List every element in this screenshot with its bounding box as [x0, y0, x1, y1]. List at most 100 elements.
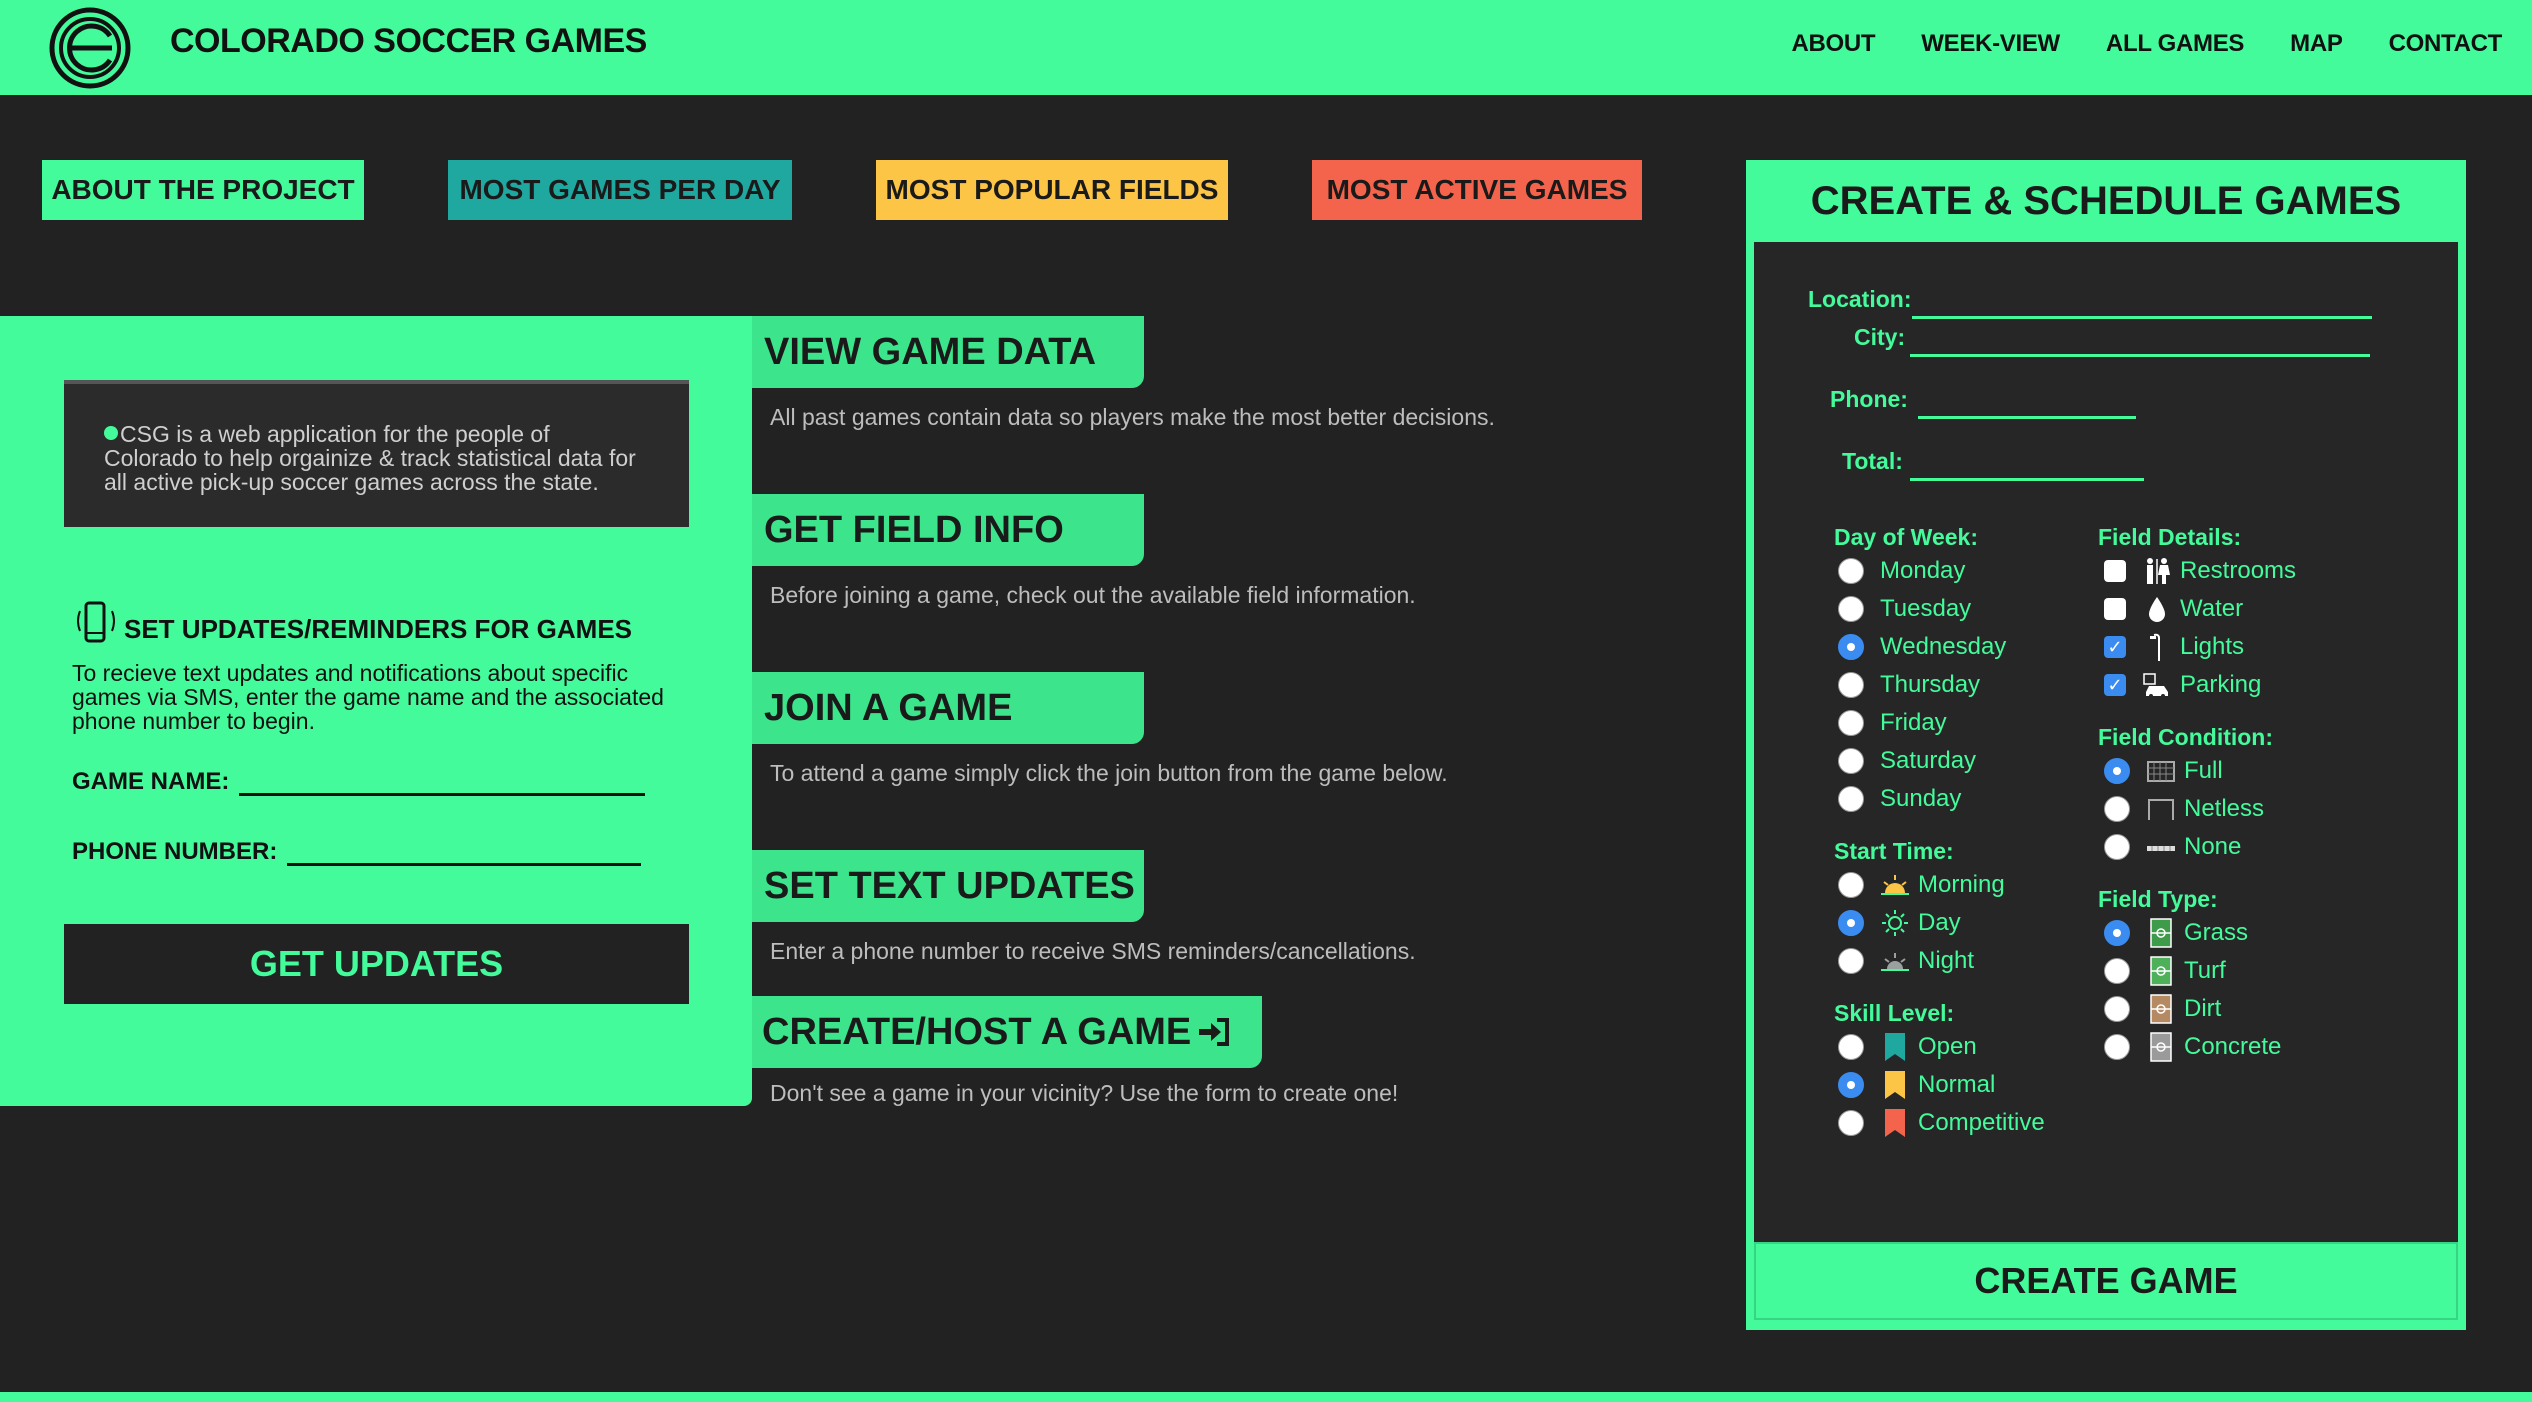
- condition-label: Netless: [2184, 795, 2265, 822]
- field-icon: [2146, 956, 2176, 986]
- nav-all-games[interactable]: ALL GAMES: [2106, 30, 2245, 58]
- time-option-day[interactable]: Day: [1838, 908, 1961, 938]
- time-option-morning[interactable]: Morning: [1838, 870, 2005, 900]
- type-radio[interactable]: [2104, 920, 2130, 946]
- detail-checkbox[interactable]: ✓: [2104, 674, 2126, 696]
- condition-radio[interactable]: [2104, 796, 2130, 822]
- csg-logo[interactable]: [48, 6, 132, 90]
- day-option-friday[interactable]: Friday: [1838, 708, 1947, 738]
- nav-about[interactable]: ABOUT: [1791, 30, 1875, 58]
- day-option-monday[interactable]: Monday: [1838, 556, 1965, 586]
- day-option-sunday[interactable]: Sunday: [1838, 784, 1961, 814]
- condition-option-netless[interactable]: Netless: [2104, 794, 2264, 824]
- main-nav: ABOUT WEEK-VIEW ALL GAMES MAP CONTACT: [1791, 30, 2502, 58]
- condition-radio[interactable]: [2104, 834, 2130, 860]
- day-radio[interactable]: [1838, 596, 1864, 622]
- total-input[interactable]: [1910, 478, 2144, 481]
- site-brand[interactable]: COLORADO SOCCER GAMES: [170, 22, 647, 61]
- nav-week-view[interactable]: WEEK-VIEW: [1921, 30, 2060, 58]
- nav-contact[interactable]: CONTACT: [2389, 30, 2503, 58]
- detail-option-restrooms[interactable]: Restrooms: [2104, 556, 2296, 586]
- time-radio[interactable]: [1838, 910, 1864, 936]
- most-active-games-button[interactable]: MOST ACTIVE GAMES: [1312, 160, 1642, 220]
- get-field-info-tab[interactable]: GET FIELD INFO: [752, 494, 1144, 566]
- time-radio[interactable]: [1838, 948, 1864, 974]
- time-radio[interactable]: [1838, 872, 1864, 898]
- type-label: Grass: [2184, 919, 2249, 946]
- location-input[interactable]: [1912, 316, 2372, 319]
- type-radio[interactable]: [2104, 958, 2130, 984]
- start-time-title: Start Time:: [1834, 838, 1954, 864]
- skill-option-open[interactable]: Open: [1838, 1032, 1977, 1062]
- day-radio[interactable]: [1838, 558, 1864, 584]
- phone-label: Phone:: [1830, 386, 1908, 412]
- condition-radio[interactable]: [2104, 758, 2130, 784]
- form-title: CREATE & SCHEDULE GAMES: [1746, 160, 2466, 242]
- day-label: Tuesday: [1880, 595, 1972, 622]
- get-updates-button[interactable]: GET UPDATES: [64, 924, 689, 1004]
- join-game-desc: To attend a game simply click the join b…: [770, 760, 1448, 786]
- field-condition-title: Field Condition:: [2098, 724, 2274, 750]
- day-option-thursday[interactable]: Thursday: [1838, 670, 1980, 700]
- detail-option-parking[interactable]: ✓ Parking: [2104, 670, 2261, 700]
- phone-input[interactable]: [1918, 416, 2136, 419]
- most-games-per-day-button[interactable]: MOST GAMES PER DAY: [448, 160, 792, 220]
- detail-option-lights[interactable]: ✓ Lights: [2104, 632, 2244, 662]
- detail-label: Restrooms: [2180, 557, 2297, 584]
- type-label: Concrete: [2184, 1033, 2282, 1060]
- game-name-input[interactable]: [239, 776, 646, 796]
- detail-checkbox[interactable]: [2104, 560, 2126, 582]
- phone-number-input[interactable]: [287, 846, 642, 866]
- field-type-title: Field Type:: [2098, 886, 2218, 912]
- day-of-week-title: Day of Week:: [1834, 524, 1979, 550]
- skill-label: Open: [1918, 1033, 1977, 1060]
- day-radio[interactable]: [1838, 634, 1864, 660]
- nav-map[interactable]: MAP: [2290, 30, 2343, 58]
- skill-option-competitive[interactable]: Competitive: [1838, 1108, 2045, 1138]
- type-radio[interactable]: [2104, 996, 2130, 1022]
- type-option-grass[interactable]: Grass: [2104, 918, 2248, 948]
- detail-checkbox[interactable]: ✓: [2104, 636, 2126, 658]
- field-line-icon: [2146, 832, 2176, 862]
- day-label: Sunday: [1880, 785, 1962, 812]
- time-option-night[interactable]: Night: [1838, 946, 1974, 976]
- skill-radio[interactable]: [1838, 1072, 1864, 1098]
- create-host-game-tab[interactable]: CREATE/HOST A GAME: [752, 996, 1262, 1068]
- day-radio[interactable]: [1838, 672, 1864, 698]
- total-label: Total:: [1842, 448, 1903, 474]
- view-game-data-tab[interactable]: VIEW GAME DATA: [752, 316, 1144, 388]
- detail-label: Water: [2180, 595, 2244, 622]
- condition-option-none[interactable]: None: [2104, 832, 2241, 862]
- day-radio[interactable]: [1838, 786, 1864, 812]
- most-popular-fields-button[interactable]: MOST POPULAR FIELDS: [876, 160, 1228, 220]
- type-radio[interactable]: [2104, 1034, 2130, 1060]
- type-option-concrete[interactable]: Concrete: [2104, 1032, 2281, 1062]
- day-label: Saturday: [1880, 747, 1977, 774]
- type-label: Dirt: [2184, 995, 2222, 1022]
- join-game-tab[interactable]: JOIN A GAME: [752, 672, 1144, 744]
- about-text: CSG is a web application for the people …: [104, 421, 636, 495]
- skill-radio[interactable]: [1838, 1034, 1864, 1060]
- day-option-wednesday[interactable]: Wednesday: [1838, 632, 2006, 662]
- type-option-turf[interactable]: Turf: [2104, 956, 2226, 986]
- day-label: Friday: [1880, 709, 1947, 736]
- set-text-updates-tab[interactable]: SET TEXT UPDATES: [752, 850, 1144, 922]
- skill-radio[interactable]: [1838, 1110, 1864, 1136]
- detail-checkbox[interactable]: [2104, 598, 2126, 620]
- type-label: Turf: [2184, 957, 2226, 984]
- updates-panel: CSG is a web application for the people …: [0, 316, 752, 1106]
- type-option-dirt[interactable]: Dirt: [2104, 994, 2221, 1024]
- day-option-tuesday[interactable]: Tuesday: [1838, 594, 1971, 624]
- set-text-updates-desc: Enter a phone number to receive SMS remi…: [770, 938, 1416, 964]
- detail-label: Lights: [2180, 633, 2245, 660]
- create-game-button[interactable]: CREATE GAME: [1754, 1242, 2458, 1320]
- day-radio[interactable]: [1838, 710, 1864, 736]
- city-input[interactable]: [1910, 354, 2370, 357]
- condition-option-full[interactable]: Full: [2104, 756, 2223, 786]
- skill-option-normal[interactable]: Normal: [1838, 1070, 1995, 1100]
- detail-option-water[interactable]: Water: [2104, 594, 2243, 624]
- time-label: Day: [1918, 909, 1961, 936]
- day-radio[interactable]: [1838, 748, 1864, 774]
- about-project-button[interactable]: ABOUT THE PROJECT: [42, 160, 364, 220]
- day-option-saturday[interactable]: Saturday: [1838, 746, 1976, 776]
